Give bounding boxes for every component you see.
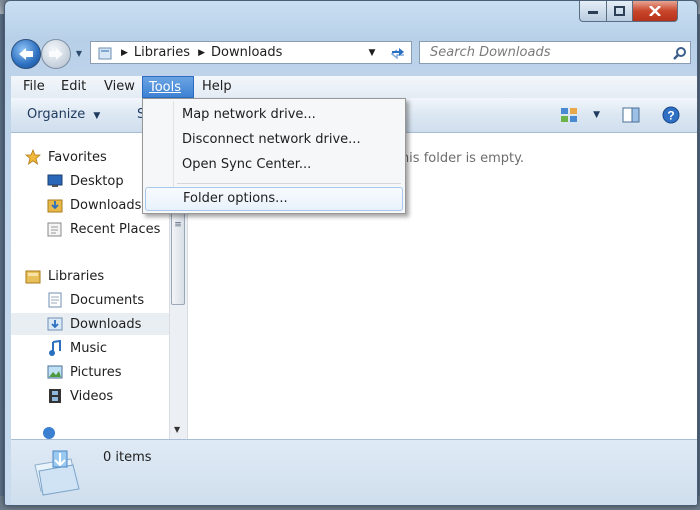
- menu-edit[interactable]: Edit: [55, 76, 92, 98]
- nav-libraries[interactable]: Libraries: [25, 265, 183, 287]
- desktop-icon: [47, 173, 63, 189]
- close-icon: [649, 6, 661, 16]
- minimize-button[interactable]: [579, 1, 607, 22]
- menu-item-disconnect-network-drive[interactable]: Disconnect network drive...: [145, 128, 403, 152]
- breadcrumb-separator: ▶: [121, 47, 128, 58]
- nav-item-label: Desktop: [70, 173, 124, 189]
- change-view-button[interactable]: ▼: [560, 105, 600, 125]
- nav-libraries-label: Libraries: [48, 268, 105, 284]
- close-button[interactable]: [632, 1, 678, 22]
- minimize-icon: [588, 11, 598, 14]
- menu-bar: File Edit View Tools Help: [11, 76, 697, 99]
- menu-item-label: Disconnect network drive...: [182, 132, 361, 147]
- nav-item-label: Downloads: [70, 197, 142, 213]
- help-button[interactable]: ?: [661, 105, 681, 125]
- refresh-button[interactable]: [384, 41, 412, 64]
- nav-favorites-label: Favorites: [48, 149, 107, 165]
- nav-item-label: Pictures: [70, 364, 122, 380]
- search-box[interactable]: [419, 41, 691, 64]
- nav-item-label: Videos: [70, 388, 114, 404]
- nav-item-music[interactable]: Music: [47, 337, 169, 359]
- forward-button[interactable]: [41, 39, 71, 69]
- views-icon: [561, 108, 577, 122]
- menu-file[interactable]: File: [17, 76, 51, 98]
- documents-icon: [47, 292, 63, 308]
- maximize-button[interactable]: [606, 1, 633, 22]
- scroll-down-arrow[interactable]: ▼: [174, 425, 180, 434]
- nav-item-label: Downloads: [70, 316, 142, 332]
- recent-places-icon: [47, 221, 63, 237]
- libraries-icon: [98, 47, 112, 59]
- svg-text:?: ?: [667, 109, 674, 123]
- chevron-down-icon: ▼: [593, 110, 600, 120]
- nav-item-pictures[interactable]: Pictures: [47, 361, 169, 383]
- nav-item-label: Music: [70, 340, 107, 356]
- organize-label: Organize: [27, 107, 86, 122]
- nav-item-recent-places[interactable]: Recent Places: [47, 218, 169, 240]
- preview-pane-icon: [622, 107, 640, 123]
- chevron-down-icon: ▼: [93, 111, 101, 121]
- organize-button[interactable]: Organize ▼: [27, 107, 100, 122]
- pictures-icon: [47, 364, 63, 380]
- preview-pane-button[interactable]: [620, 105, 642, 125]
- film-strip-icon: [47, 388, 63, 404]
- address-dropdown[interactable]: ▼: [361, 42, 383, 63]
- menu-view-label: View: [104, 79, 135, 94]
- breadcrumb-libraries[interactable]: Libraries: [134, 45, 190, 60]
- back-button[interactable]: [11, 39, 41, 69]
- menu-item-label: Open Sync Center...: [182, 157, 312, 172]
- recent-pages-dropdown[interactable]: ▼: [73, 47, 85, 59]
- downloads-library-large-icon: [29, 445, 85, 499]
- nav-item-homegroup-partial[interactable]: [41, 425, 71, 439]
- menu-view[interactable]: View: [98, 76, 141, 98]
- libraries-icon: [25, 268, 41, 284]
- help-icon: ?: [662, 106, 680, 124]
- menu-help[interactable]: Help: [196, 76, 238, 98]
- menu-item-folder-options[interactable]: Folder options...: [145, 187, 403, 211]
- downloads-library-icon: [47, 316, 63, 332]
- menu-help-label: Help: [202, 79, 232, 94]
- menu-item-label: Folder options...: [183, 191, 288, 206]
- menu-item-open-sync-center[interactable]: Open Sync Center...: [145, 153, 403, 177]
- homegroup-icon: [41, 425, 57, 439]
- downloads-folder-icon: [47, 197, 63, 213]
- menu-tools-label: Tools: [149, 80, 182, 95]
- nav-item-downloads-library[interactable]: Downloads: [11, 313, 169, 335]
- music-note-icon: [47, 340, 63, 356]
- arrow-right-icon: [49, 48, 63, 60]
- search-input[interactable]: [428, 44, 670, 61]
- menu-tools[interactable]: Tools: [142, 76, 194, 98]
- menu-edit-label: Edit: [61, 79, 87, 94]
- address-bar[interactable]: ▶ Libraries ▶ Downloads ▼: [90, 41, 412, 64]
- star-icon: [25, 149, 41, 165]
- arrow-left-icon: [19, 48, 33, 60]
- refresh-icon: [390, 47, 404, 60]
- menu-separator: [177, 183, 401, 184]
- explorer-window: ▼ ▶ Libraries ▶ Downloads ▼ File Edit Vi…: [4, 0, 698, 506]
- empty-folder-message: This folder is empty.: [393, 151, 525, 166]
- nav-item-label: Recent Places: [70, 221, 161, 237]
- breadcrumb-separator: ▶: [198, 47, 205, 58]
- menu-item-label: Map network drive...: [182, 107, 316, 122]
- maximize-icon: [614, 6, 625, 16]
- breadcrumb-downloads[interactable]: Downloads: [211, 45, 282, 60]
- item-count: 0 items: [103, 450, 152, 465]
- nav-item-label: Documents: [70, 292, 145, 308]
- tools-dropdown-menu: Map network drive... Disconnect network …: [142, 98, 406, 214]
- search-icon[interactable]: [670, 46, 690, 60]
- details-pane: 0 items: [11, 439, 697, 505]
- nav-item-documents[interactable]: Documents: [47, 289, 169, 311]
- menu-item-map-network-drive[interactable]: Map network drive...: [145, 103, 403, 127]
- menu-file-label: File: [23, 79, 45, 94]
- nav-item-videos[interactable]: Videos: [47, 385, 169, 407]
